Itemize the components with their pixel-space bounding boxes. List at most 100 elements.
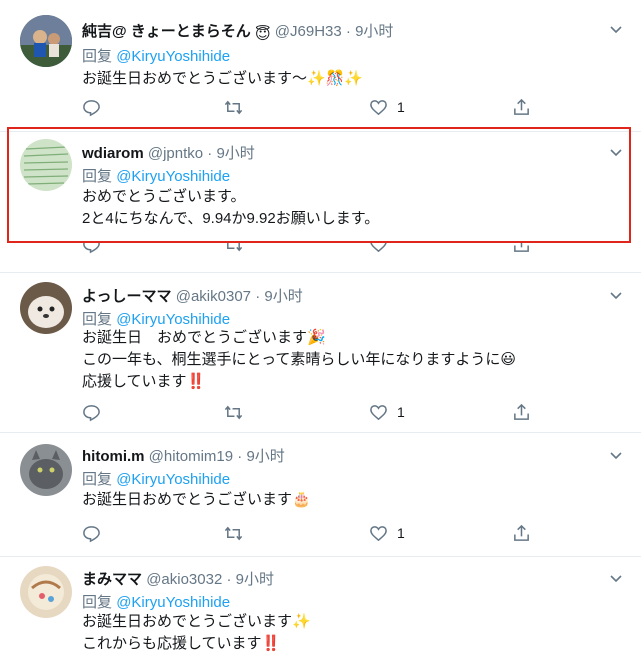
like-button[interactable]: 1 <box>369 523 405 543</box>
reply-prefix: 回复 <box>82 48 113 65</box>
avatar[interactable] <box>20 566 72 618</box>
chevron-down-icon[interactable] <box>609 145 623 159</box>
separator-dot: · <box>237 448 243 465</box>
tweet-text: お誕生日おめでとうございます🎂 <box>82 489 311 511</box>
tweet-actions: 1 <box>82 97 542 119</box>
like-count: 1 <box>397 404 405 420</box>
tweet-text-line: お誕生日 おめでとうございます🎉 <box>82 329 326 346</box>
reply-button[interactable] <box>82 523 110 543</box>
tweet-text-line: お誕生日おめでとうございます✨ <box>82 613 311 630</box>
display-name[interactable]: wdiarom <box>82 145 144 162</box>
like-count: 1 <box>397 525 405 541</box>
tweet-text: お誕生日おめでとうございます✨ これからも応援しています‼️ <box>82 611 311 655</box>
chevron-down-icon[interactable] <box>609 571 623 585</box>
reply-prefix: 回复 <box>82 311 113 328</box>
reply-mention-link[interactable]: @KiryuYoshihide <box>116 471 230 488</box>
reply-prefix: 回复 <box>82 168 113 185</box>
tweet-text-line: お誕生日おめでとうございます🎂 <box>82 491 311 508</box>
tweet-text-line: 応援しています‼️ <box>82 373 206 390</box>
retweet-button[interactable] <box>224 523 252 543</box>
tweet-text: お誕生日おめでとうございます～✨🎊✨ <box>82 68 363 90</box>
avatar[interactable] <box>20 15 72 67</box>
heart-icon <box>370 525 387 541</box>
share-button[interactable] <box>512 523 531 543</box>
timestamp[interactable]: 9小时 <box>355 23 393 40</box>
tweet-text-line: お誕生日おめでとうございます～✨🎊✨ <box>82 70 364 87</box>
reply-mention-link[interactable]: @KiryuYoshihide <box>116 168 230 185</box>
tweet-text-line: 2と4にちなんで、9.94か9.92お願いします。 <box>82 210 380 227</box>
separator-dot: · <box>226 571 232 588</box>
separator-dot: · <box>207 145 213 162</box>
tweet[interactable]: 純吉@ きょーとまらそん 😇 @J69H33 · 9小时 回复 @KiryuYo… <box>0 0 641 132</box>
timestamp[interactable]: 9小时 <box>246 448 284 465</box>
tweet-header: hitomi.m @hitomim19 · 9小时 <box>82 445 285 466</box>
timestamp[interactable]: 9小时 <box>216 145 254 162</box>
reply-button[interactable] <box>82 97 110 117</box>
display-name[interactable]: 純吉@ きょーとまらそん <box>82 23 251 40</box>
heart-icon <box>370 99 387 115</box>
avatar[interactable] <box>20 139 72 191</box>
tweet[interactable]: hitomi.m @hitomim19 · 9小时 回复 @KiryuYoshi… <box>0 432 641 557</box>
reply-to-line: 回复 @KiryuYoshihide <box>82 308 230 329</box>
user-handle[interactable]: @akio3032 <box>146 571 222 588</box>
heart-icon <box>370 404 387 420</box>
display-name[interactable]: まみママ <box>82 571 142 588</box>
tweet-actions: 1 <box>82 402 542 424</box>
reply-mention-link[interactable]: @KiryuYoshihide <box>116 594 230 611</box>
retweet-icon <box>227 243 243 251</box>
chevron-down-icon[interactable] <box>609 22 623 36</box>
tweet-actions <box>82 243 542 257</box>
retweet-button[interactable] <box>224 243 252 254</box>
like-button[interactable]: 1 <box>369 97 405 117</box>
user-handle[interactable]: @akik0307 <box>176 288 251 305</box>
user-handle[interactable]: @hitomim19 <box>149 448 233 465</box>
like-button[interactable] <box>369 243 397 254</box>
share-button[interactable] <box>512 97 531 117</box>
reply-to-line: 回复 @KiryuYoshihide <box>82 468 230 489</box>
tweet-text-line: おめでとうございます。 <box>82 188 246 205</box>
tweet[interactable]: wdiarom @jpntko · 9小时 回复 @KiryuYoshihide… <box>0 131 641 273</box>
chevron-down-icon[interactable] <box>609 448 623 462</box>
reply-prefix: 回复 <box>82 471 113 488</box>
retweet-icon <box>224 405 243 419</box>
user-handle[interactable]: @jpntko <box>148 145 203 162</box>
reply-prefix: 回复 <box>82 594 113 611</box>
retweet-button[interactable] <box>224 97 252 117</box>
reply-to-line: 回复 @KiryuYoshihide <box>82 591 230 612</box>
like-count: 1 <box>397 99 405 115</box>
user-handle[interactable]: @J69H33 <box>275 23 342 40</box>
chevron-down-icon[interactable] <box>609 288 623 302</box>
separator-dot: · <box>255 288 261 305</box>
tweet-header: まみママ @akio3032 · 9小时 <box>82 568 274 589</box>
tweet-header: wdiarom @jpntko · 9小时 <box>82 142 255 163</box>
reply-icon <box>83 525 100 542</box>
reply-mention-link[interactable]: @KiryuYoshihide <box>116 311 230 328</box>
tweet-text-line: この一年も、桐生選手にとって素晴らしい年になりますように😃 <box>82 351 516 368</box>
timestamp[interactable]: 9小时 <box>264 288 302 305</box>
tweet-text-line: これからも応援しています‼️ <box>82 635 281 652</box>
display-name[interactable]: hitomi.m <box>82 448 145 465</box>
heart-icon <box>370 243 387 252</box>
tweet[interactable]: まみママ @akio3032 · 9小时 回复 @KiryuYoshihide … <box>0 556 641 654</box>
timestamp[interactable]: 9小时 <box>236 571 274 588</box>
reply-icon <box>83 99 100 116</box>
tweet[interactable]: よっしーママ @akik0307 · 9小时 回复 @KiryuYoshihid… <box>0 272 641 433</box>
reply-to-line: 回复 @KiryuYoshihide <box>82 165 230 186</box>
reply-mention-link[interactable]: @KiryuYoshihide <box>116 48 230 65</box>
reply-icon <box>83 404 100 421</box>
retweet-button[interactable] <box>224 402 252 422</box>
reply-button[interactable] <box>82 243 110 254</box>
tweet-text: お誕生日 おめでとうございます🎉 この一年も、桐生選手にとって素晴らしい年になり… <box>82 327 516 393</box>
like-button[interactable]: 1 <box>369 402 405 422</box>
reply-button[interactable] <box>82 402 110 422</box>
tweet-header: 純吉@ きょーとまらそん 😇 @J69H33 · 9小时 <box>82 20 393 43</box>
share-icon <box>514 243 529 252</box>
display-name[interactable]: よっしーママ <box>82 288 172 305</box>
share-button[interactable] <box>512 243 531 254</box>
avatar[interactable] <box>20 282 72 334</box>
share-button[interactable] <box>512 402 531 422</box>
share-icon <box>514 403 529 420</box>
retweet-icon <box>224 526 243 540</box>
avatar[interactable] <box>20 444 72 496</box>
separator-dot: · <box>345 23 351 40</box>
